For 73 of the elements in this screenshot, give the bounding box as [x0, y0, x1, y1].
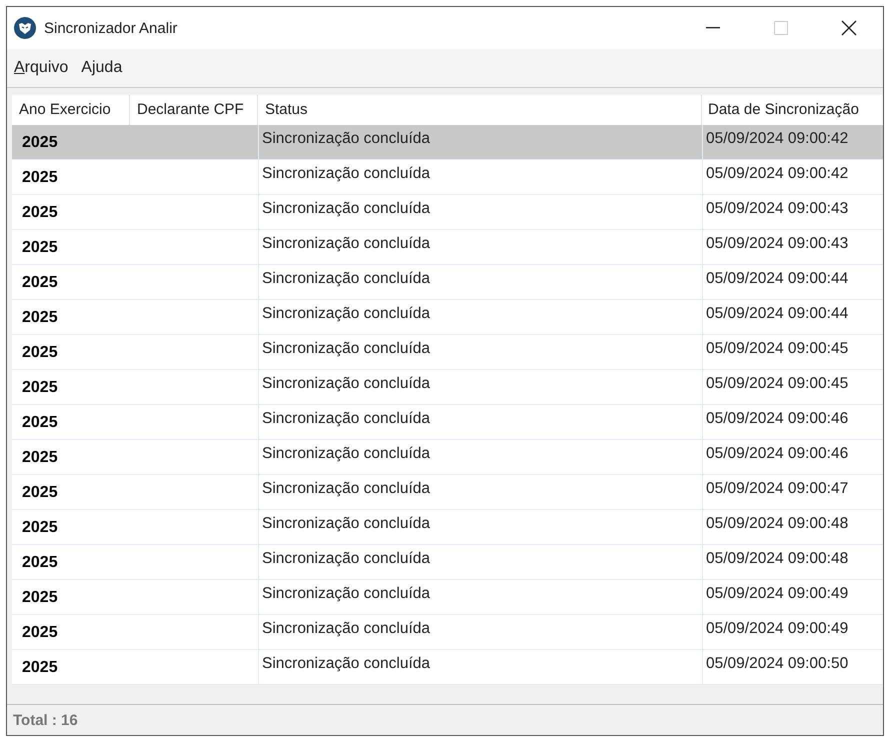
column-header[interactable]: Data de Sincronização — [702, 95, 883, 125]
table-cell: 2025 — [22, 134, 58, 151]
table-cell: 2025 — [22, 169, 58, 186]
table-cell: Sincronização concluída — [262, 550, 430, 567]
table-cell: Sincronização concluída — [262, 375, 430, 392]
table-cell: 2025 — [22, 659, 58, 676]
minimize-icon — [706, 27, 720, 29]
table-cell: Sincronização concluída — [262, 515, 430, 532]
table-cell: 05/09/2024 09:00:46 — [706, 445, 848, 462]
table-row[interactable]: 2025 Sincronização concluída 05/09/2024 09:00:45 — [12, 370, 883, 405]
maximize-icon — [774, 21, 788, 35]
table-cell: 05/09/2024 09:00:44 — [706, 270, 848, 287]
table-cell: Sincronização concluída — [262, 620, 430, 637]
table-cell: Sincronização concluída — [262, 200, 430, 217]
table-cell: 05/09/2024 09:00:44 — [706, 305, 848, 322]
table-cell: Sincronização concluída — [262, 165, 430, 182]
table-row[interactable]: 2025 Sincronização concluída 05/09/2024 09:00:43 — [12, 230, 883, 265]
table-cell: 2025 — [22, 379, 58, 396]
total-count: Total : 16 — [13, 712, 78, 728]
table-cell: 05/09/2024 09:00:45 — [706, 375, 848, 392]
table-cell: 05/09/2024 09:00:43 — [706, 235, 848, 252]
table-row[interactable]: 2025 Sincronização concluída 05/09/2024 09:00:44 — [12, 300, 883, 335]
menu-item[interactable]: Ajuda — [78, 57, 130, 79]
table-row[interactable]: 2025 Sincronização concluída 05/09/2024 09:00:48 — [12, 510, 883, 545]
table-cell: Sincronização concluída — [262, 655, 430, 672]
table-row[interactable]: 2025 Sincronização concluída 05/09/2024 09:00:43 — [12, 195, 883, 230]
close-icon — [841, 20, 857, 36]
table-cell: 05/09/2024 09:00:46 — [706, 410, 848, 427]
table-cell: 05/09/2024 09:00:50 — [706, 655, 848, 672]
table-row[interactable]: 2025 Sincronização concluída 05/09/2024 09:00:44 — [12, 265, 883, 300]
table-cell: 2025 — [22, 519, 58, 536]
table-cell: 2025 — [22, 449, 58, 466]
table-row[interactable]: 2025 Sincronização concluída 05/09/2024 09:00:42 — [12, 125, 883, 160]
table-cell: 2025 — [22, 204, 58, 221]
table-row[interactable]: 2025 Sincronização concluída 05/09/2024 09:00:47 — [12, 475, 883, 510]
table-cell: 05/09/2024 09:00:48 — [706, 515, 848, 532]
table-cell: 05/09/2024 09:00:48 — [706, 550, 848, 567]
table-cell: 2025 — [22, 344, 58, 361]
app-logo-icon — [14, 17, 36, 39]
table-cell: 05/09/2024 09:00:49 — [706, 620, 848, 637]
table-row[interactable]: 2025 Sincronização concluída 05/09/2024 09:00:45 — [12, 335, 883, 370]
table-cell: 05/09/2024 09:00:42 — [706, 165, 848, 182]
table-cell: 05/09/2024 09:00:43 — [706, 200, 848, 217]
table-cell: 2025 — [22, 309, 58, 326]
table-cell: 05/09/2024 09:00:49 — [706, 585, 848, 602]
table-cell: Sincronização concluída — [262, 480, 430, 497]
table-cell: Sincronização concluída — [262, 585, 430, 602]
table-row[interactable]: 2025 Sincronização concluída 05/09/2024 09:00:42 — [12, 160, 883, 195]
table-cell: 05/09/2024 09:00:42 — [706, 130, 848, 147]
table-row[interactable]: 2025 Sincronização concluída 05/09/2024 09:00:46 — [12, 440, 883, 475]
table-cell: 2025 — [22, 624, 58, 641]
table-row[interactable]: 2025 Sincronização concluída 05/09/2024 09:00:46 — [12, 405, 883, 440]
table-cell: 2025 — [22, 484, 58, 501]
menu-item[interactable]: Arquivo — [11, 57, 76, 79]
table-cell: 05/09/2024 09:00:47 — [706, 480, 848, 497]
table-cell: 2025 — [22, 589, 58, 606]
table-cell: 2025 — [22, 554, 58, 571]
table-row[interactable]: 2025 Sincronização concluída 05/09/2024 09:00:49 — [12, 580, 883, 615]
table-cell: 05/09/2024 09:00:45 — [706, 340, 848, 357]
table-cell: 2025 — [22, 239, 58, 256]
table-cell: 2025 — [22, 274, 58, 291]
table-row[interactable]: 2025 Sincronização concluída 05/09/2024 09:00:48 — [12, 545, 883, 580]
table-cell: Sincronização concluída — [262, 445, 430, 462]
table-cell: Sincronização concluída — [262, 270, 430, 287]
table-cell: Sincronização concluída — [262, 340, 430, 357]
table-row[interactable]: 2025 Sincronização concluída 05/09/2024 09:00:50 — [12, 650, 883, 685]
table-cell: 2025 — [22, 414, 58, 431]
table-cell: Sincronização concluída — [262, 410, 430, 427]
table-cell: Sincronização concluída — [262, 305, 430, 322]
window-title: Sincronizador Analir — [44, 20, 178, 36]
table-row[interactable]: 2025 Sincronização concluída 05/09/2024 09:00:49 — [12, 615, 883, 650]
table-cell: Sincronização concluída — [262, 235, 430, 252]
table-cell: Sincronização concluída — [262, 130, 430, 147]
